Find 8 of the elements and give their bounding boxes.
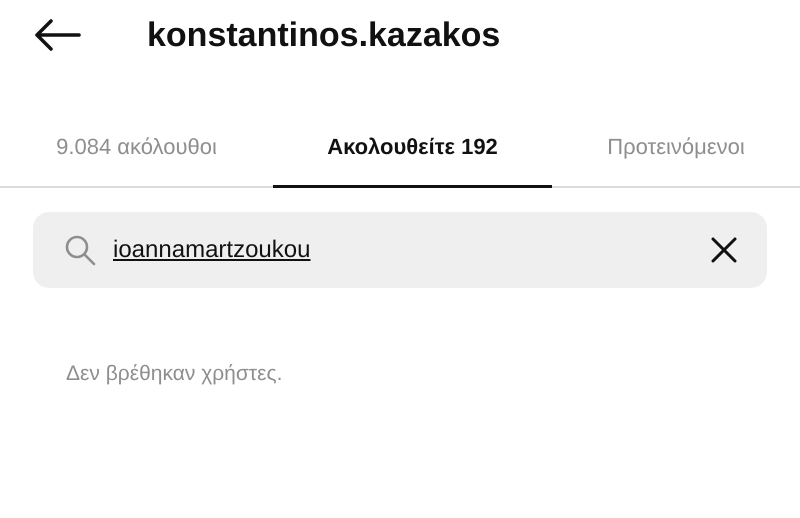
empty-results-message: Δεν βρέθηκαν χρήστες.	[66, 362, 284, 386]
tab[interactable]: Ακολουθείτε 192	[273, 108, 552, 188]
search-query: ioannamartzoukou	[113, 236, 310, 264]
profile-username: konstantinos.kazakos	[147, 16, 500, 54]
close-icon[interactable]	[711, 237, 737, 263]
back-arrow-icon[interactable]	[33, 18, 81, 52]
search-icon	[63, 233, 97, 267]
search-field[interactable]: ioannamartzoukou	[33, 212, 767, 288]
